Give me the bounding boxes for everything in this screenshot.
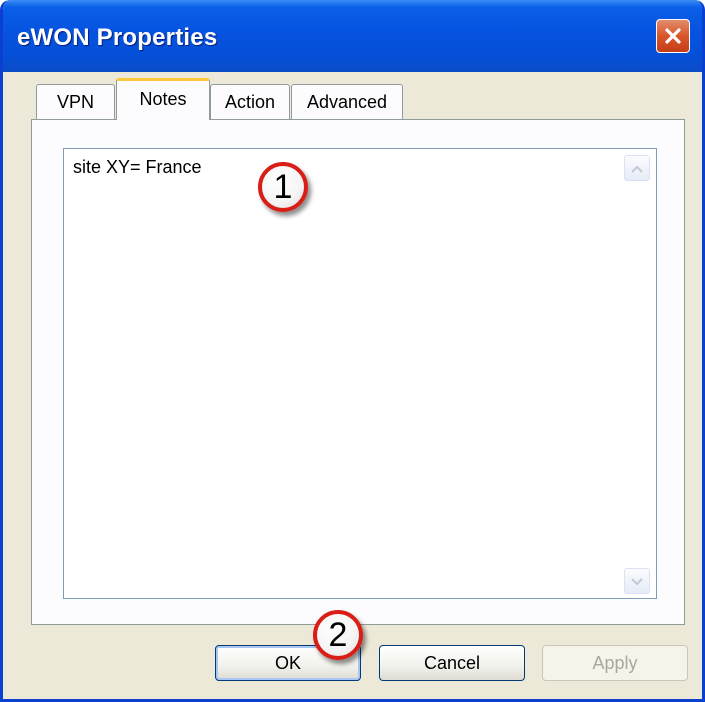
scroll-down-button[interactable] xyxy=(624,568,650,594)
tab-label: Advanced xyxy=(306,92,388,112)
properties-dialog: eWON Properties VPN Notes Action Advance… xyxy=(0,0,705,702)
tab-action[interactable]: Action xyxy=(210,84,290,120)
callout-number: 2 xyxy=(328,616,348,654)
tab-vpn[interactable]: VPN xyxy=(36,84,115,120)
callout-number: 1 xyxy=(273,168,293,206)
title-bar[interactable]: eWON Properties xyxy=(3,0,702,72)
cancel-button-label: Cancel xyxy=(423,652,481,673)
tab-label: Notes xyxy=(139,89,187,109)
apply-button-label: Apply xyxy=(592,652,638,673)
tab-label: Action xyxy=(224,92,276,112)
arrow-down-icon xyxy=(630,572,644,591)
tab-label: VPN xyxy=(56,92,94,112)
callout-marker-1: 1 xyxy=(258,162,308,212)
window-title: eWON Properties xyxy=(17,24,218,51)
close-icon xyxy=(663,26,683,46)
ok-button-label: OK xyxy=(274,652,301,673)
tab-notes[interactable]: Notes xyxy=(116,78,210,120)
scroll-up-button[interactable] xyxy=(624,155,650,181)
cancel-button[interactable]: Cancel xyxy=(379,645,525,681)
tab-advanced[interactable]: Advanced xyxy=(291,84,403,120)
notes-text: site XY= France xyxy=(73,157,202,177)
notes-textarea[interactable]: site XY= France xyxy=(63,148,657,599)
apply-button[interactable]: Apply xyxy=(542,645,688,681)
callout-marker-2: 2 xyxy=(313,610,363,660)
close-button[interactable] xyxy=(656,19,690,53)
arrow-up-icon xyxy=(630,159,644,178)
